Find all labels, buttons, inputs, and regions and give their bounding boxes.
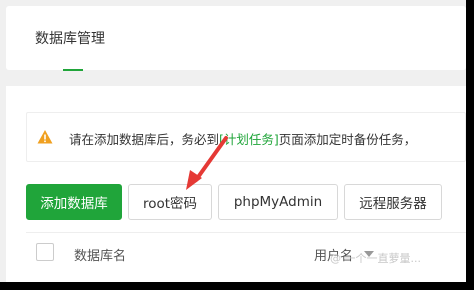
- alert-suffix: 页面添加定时备份任务，: [278, 132, 417, 147]
- add-database-label: 添加数据库: [40, 196, 108, 212]
- app-window: 数据库管理 请在添加数据库后，务必到[计划任务]页面添加定时备份任务， 添加数据…: [0, 0, 466, 282]
- alert-prefix: 请在添加数据库后，务必到: [69, 132, 220, 147]
- tab-label: 数据库管理: [35, 31, 105, 47]
- remote-server-button[interactable]: 远程服务器: [344, 184, 442, 220]
- phpmyadmin-button[interactable]: phpMyAdmin: [218, 184, 338, 220]
- root-password-label: root密码: [142, 196, 198, 212]
- alert-message: 请在添加数据库后，务必到[计划任务]页面添加定时备份任务，: [69, 129, 416, 148]
- warning-icon: [37, 130, 53, 144]
- scheduled-task-link[interactable]: [计划任务]: [219, 132, 279, 147]
- column-database-name[interactable]: 数据库名: [74, 245, 126, 264]
- active-tab-indicator: [63, 69, 83, 71]
- tab-bar: 数据库管理: [6, 6, 466, 71]
- tab-database-management[interactable]: 数据库管理: [24, 6, 116, 70]
- watermark: @ 一个一直萝量...: [330, 252, 421, 265]
- backup-alert: 请在添加数据库后，务必到[计划任务]页面添加定时备份任务，: [26, 112, 466, 162]
- root-password-button[interactable]: root密码: [128, 184, 212, 220]
- select-all-checkbox[interactable]: [36, 243, 54, 261]
- add-database-button[interactable]: 添加数据库: [26, 184, 122, 220]
- phpmyadmin-label: phpMyAdmin: [233, 194, 323, 210]
- remote-server-label: 远程服务器: [359, 196, 427, 212]
